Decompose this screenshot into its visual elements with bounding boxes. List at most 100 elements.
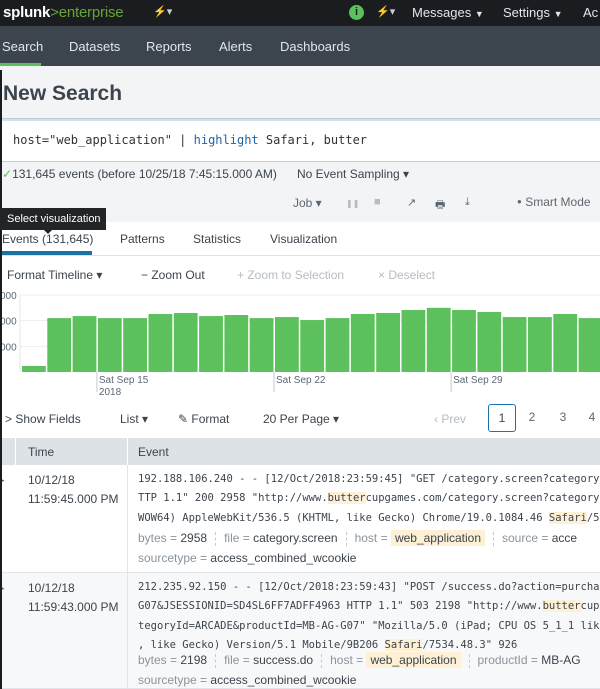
event-text-segment[interactable]: cupgames.com/category.screen?categoryI <box>366 492 600 504</box>
share-icon[interactable]: ↗ <box>407 196 416 209</box>
timeline-bar[interactable] <box>173 312 198 372</box>
field-pair[interactable]: host = web_application <box>330 652 461 668</box>
timeline-bar[interactable] <box>123 318 147 372</box>
timeline-bar[interactable] <box>275 317 299 372</box>
timeline-bar[interactable] <box>376 312 400 372</box>
deselect-button[interactable]: × Deselect <box>378 268 435 282</box>
event-text-segment[interactable]: , like Gecko) Version/5.1 Mobile/9B206 <box>138 639 385 651</box>
highlighted-term[interactable]: Safari <box>548 511 587 524</box>
sourcetype-field[interactable]: sourcetype = access_combined_wcookie <box>138 551 356 565</box>
highlighted-term[interactable]: butter <box>542 600 581 613</box>
timeline-bar[interactable] <box>148 313 173 372</box>
timeline-bar[interactable] <box>426 307 451 372</box>
timeline-bar[interactable] <box>72 316 97 372</box>
event-text-segment[interactable]: 212.235.92.150 - - [12/Oct/2018:23:59:43… <box>138 581 600 593</box>
activity-menu-icon[interactable]: ⚡▾ <box>376 5 395 18</box>
show-fields-button[interactable]: > Show Fields <box>5 412 81 426</box>
field-pair[interactable]: file = success.do <box>224 653 313 667</box>
zoom-to-selection-button[interactable]: + Zoom to Selection <box>237 268 344 282</box>
timeline-bar[interactable] <box>249 318 274 372</box>
event-text-segment[interactable]: /7534.48.3" 926 <box>422 639 517 651</box>
field-value[interactable]: access_combined_wcookie <box>210 673 356 687</box>
field-pair[interactable]: file = category.screen <box>224 531 338 545</box>
nav-reports[interactable]: Reports <box>146 39 192 54</box>
page-4-button[interactable]: 4 <box>578 404 600 432</box>
nav-datasets[interactable]: Datasets <box>69 39 120 54</box>
messages-menu[interactable]: Messages ▼ <box>412 5 484 20</box>
tab-patterns[interactable]: Patterns <box>120 232 165 246</box>
timeline-bar[interactable] <box>452 310 476 372</box>
tab-visualization[interactable]: Visualization <box>270 232 337 246</box>
field-pair[interactable]: bytes = 2198 <box>138 653 207 667</box>
per-page-menu[interactable]: 20 Per Page ▾ <box>263 412 339 426</box>
export-icon[interactable]: ⤓ <box>465 196 470 209</box>
timeline-bar[interactable] <box>97 318 122 372</box>
zoom-out-button[interactable]: − Zoom Out <box>141 268 205 282</box>
nav-dashboards[interactable]: Dashboards <box>280 39 350 54</box>
timeline-bar[interactable] <box>553 313 578 372</box>
event-text-segment[interactable]: cupg <box>581 600 600 612</box>
sourcetype-field[interactable]: sourcetype = access_combined_wcookie <box>138 673 356 687</box>
field-pair[interactable]: productId = MB-AG <box>478 653 581 667</box>
event-text-segment[interactable]: /53 <box>587 512 600 524</box>
nav-search[interactable]: Search <box>2 39 43 54</box>
prev-page-button[interactable]: ‹ Prev <box>434 412 466 426</box>
pause-icon[interactable]: ❚❚ <box>346 199 359 208</box>
timeline-bar[interactable] <box>22 365 46 372</box>
info-icon[interactable]: i <box>349 5 364 20</box>
timeline-bar[interactable] <box>199 316 223 372</box>
search-mode-selector[interactable]: ● Smart Mode <box>517 195 591 209</box>
format-menu[interactable]: ✎ Format <box>178 412 229 426</box>
timeline-chart[interactable]: 000 000 000 Sat Sep 152018 Sat Sep 22 Sat Sep… <box>0 285 600 403</box>
activity-menu[interactable]: Ac <box>583 5 598 20</box>
window-edge <box>0 70 2 689</box>
tab-events[interactable]: Events (131,645) <box>2 232 93 246</box>
field-value[interactable]: access_combined_wcookie <box>210 551 356 565</box>
timeline-bar[interactable] <box>477 311 502 372</box>
timeline-bar[interactable] <box>224 315 249 372</box>
field-value[interactable]: category.screen <box>253 531 338 545</box>
list-view-menu[interactable]: List ▾ <box>120 412 148 426</box>
activity-icon[interactable]: ⚡▾ <box>153 5 172 18</box>
timeline-bar[interactable] <box>47 318 72 372</box>
event-sampling-dropdown[interactable]: No Event Sampling ▾ <box>297 167 409 181</box>
event-text-segment[interactable]: TTP 1.1" 200 2958 "http://www. <box>138 492 328 504</box>
event-text-segment[interactable]: 192.188.106.240 - - [12/Oct/2018:23:59:4… <box>138 473 600 485</box>
timeline-bar[interactable] <box>350 313 375 372</box>
timeline-bar[interactable] <box>502 317 527 372</box>
stop-icon[interactable]: ■ <box>374 196 381 208</box>
field-value[interactable]: web_application <box>390 530 485 546</box>
field-pair[interactable]: bytes = 2958 <box>138 531 207 545</box>
event-text-segment[interactable]: tegoryId=ARCADE&productId=MB-AG-G07" "Mo… <box>138 620 600 632</box>
timeline-bar[interactable] <box>578 318 600 372</box>
settings-menu[interactable]: Settings ▼ <box>503 5 563 20</box>
field-pair[interactable]: host = web_application <box>355 530 485 546</box>
timeline-bar[interactable] <box>300 320 325 372</box>
field-value[interactable]: 2958 <box>180 531 207 545</box>
field-value[interactable]: 2198 <box>180 653 207 667</box>
print-icon[interactable]: 🖶 <box>435 196 445 215</box>
highlighted-term[interactable]: butter <box>327 492 366 505</box>
event-text-segment[interactable]: WOW64) AppleWebKit/536.5 (KHTML, like Ge… <box>138 512 549 524</box>
event-text-segment[interactable]: G07&JSESSIONID=SD4SL6FF7ADFF4963 HTTP 1.… <box>138 600 543 612</box>
header-time[interactable]: Time <box>28 445 54 459</box>
search-query-text[interactable]: host="web_application" | highlight Safar… <box>13 133 367 147</box>
page-1-button[interactable]: 1 <box>488 404 516 432</box>
splunk-logo[interactable]: splunk>enterprise <box>3 4 124 21</box>
field-value[interactable]: web_application <box>366 652 461 668</box>
page-3-button[interactable]: 3 <box>549 404 577 432</box>
timeline-bar[interactable] <box>401 310 426 372</box>
timeline-bar[interactable] <box>325 318 350 372</box>
field-value[interactable]: MB-AG <box>541 653 580 667</box>
tab-statistics[interactable]: Statistics <box>193 232 241 246</box>
timeline-bar[interactable] <box>528 317 552 372</box>
highlighted-term[interactable]: Safari <box>384 638 423 651</box>
field-pair[interactable]: source = acce <box>502 531 577 545</box>
format-timeline-menu[interactable]: Format Timeline ▾ <box>7 268 102 282</box>
page-2-button[interactable]: 2 <box>518 404 546 432</box>
nav-alerts[interactable]: Alerts <box>219 39 252 54</box>
field-value[interactable]: acce <box>552 531 577 545</box>
field-value[interactable]: success.do <box>253 653 313 667</box>
search-input[interactable]: host="web_application" | highlight Safar… <box>0 118 600 162</box>
job-menu[interactable]: Job ▾ <box>293 196 322 210</box>
